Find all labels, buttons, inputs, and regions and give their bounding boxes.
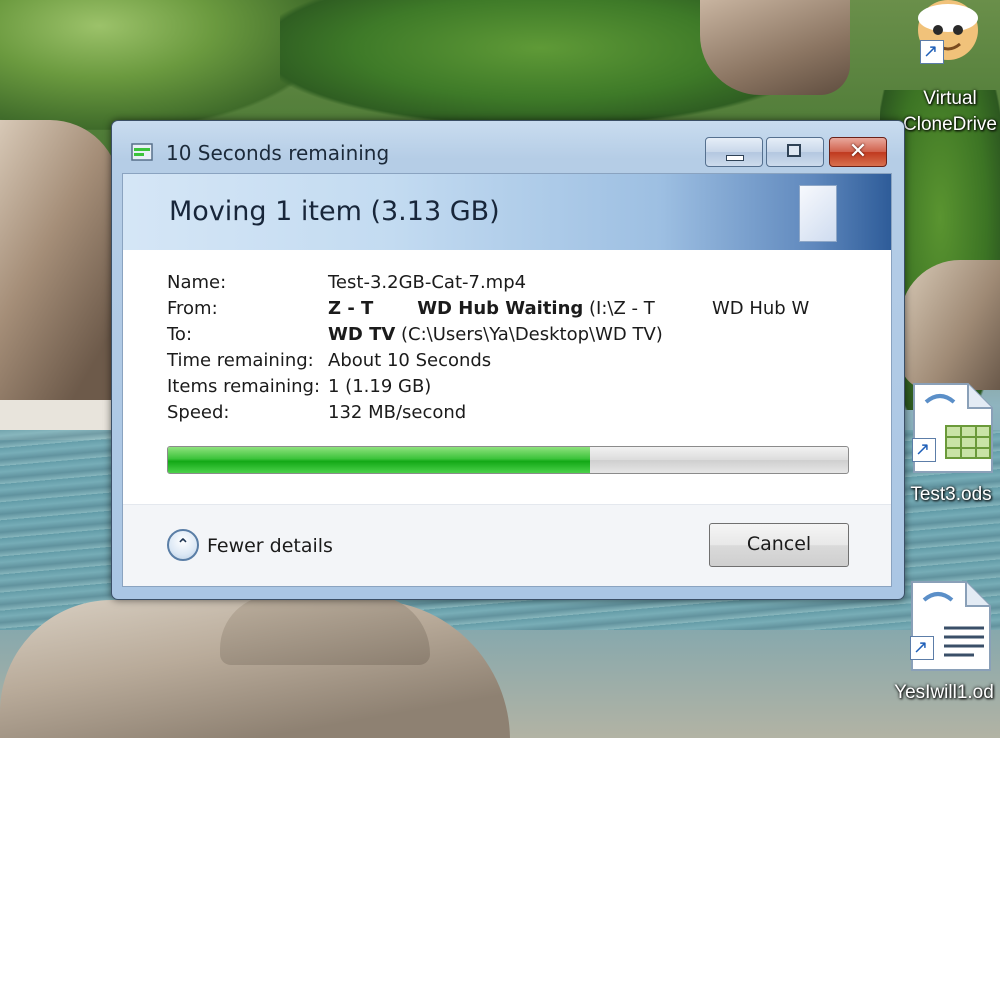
desktop-icon-virtual-clonedrive[interactable]: Virtual CloneDrive [888, 0, 1000, 140]
detail-value: 132 MB/second [328, 402, 467, 423]
wallpaper-boulder-top [220, 595, 430, 665]
cancel-button[interactable]: Cancel [709, 523, 849, 567]
detail-value: 1 (1.19 GB) [328, 376, 432, 397]
file-transfer-icon [131, 143, 153, 161]
shortcut-arrow-icon [912, 436, 936, 462]
dialog-content: Moving 1 item (3.13 GB) Name: Test-3.2GB… [122, 173, 892, 587]
desktop-icon-test3[interactable]: Test3.ods [896, 380, 1000, 510]
maximize-button[interactable] [766, 137, 824, 167]
chevron-up-icon[interactable]: ⌃ [167, 529, 199, 561]
document-icon [799, 185, 837, 242]
close-button[interactable]: ✕ [829, 137, 887, 167]
source-path: (I:\Z - T WD Hub W [589, 298, 810, 319]
minimize-button[interactable] [705, 137, 763, 167]
detail-value: About 10 Seconds [328, 350, 492, 371]
detail-value: Test-3.2GB-Cat-7.mp4 [328, 272, 527, 293]
destination-path: (C:\Users\Ya\Desktop\WD TV) [401, 324, 663, 345]
progress-fill [168, 447, 590, 473]
detail-label: Speed: [167, 402, 230, 423]
window-title: 10 Seconds remaining [166, 141, 390, 165]
desktop-icon-label: Test3.ods [910, 484, 992, 505]
shortcut-arrow-icon [910, 634, 934, 660]
detail-label: From: [167, 298, 218, 319]
shortcut-arrow-icon [920, 38, 944, 64]
wallpaper-rock-left [0, 120, 120, 420]
operation-heading: Moving 1 item (3.13 GB) [169, 196, 500, 227]
wallpaper-cliff [700, 0, 850, 95]
fewer-details-toggle[interactable]: Fewer details [207, 535, 333, 557]
destination-name[interactable]: WD TV [328, 324, 395, 345]
maximize-icon [787, 144, 801, 157]
dialog-footer: ⌃ Fewer details Cancel [123, 505, 891, 586]
detail-label: Time remaining: [167, 350, 314, 371]
detail-value[interactable]: WD TV (C:\Users\Ya\Desktop\WD TV) [328, 324, 663, 345]
minimize-icon [726, 155, 744, 161]
wallpaper-rock-right [900, 260, 1000, 390]
detail-label: Items remaining: [167, 376, 321, 397]
desktop-icon-label: YesIwill1.od [894, 682, 994, 703]
progress-bar [167, 446, 849, 474]
detail-label: Name: [167, 272, 227, 293]
detail-label: To: [167, 324, 193, 345]
operation-banner: Moving 1 item (3.13 GB) [123, 174, 891, 250]
file-move-dialog: 10 Seconds remaining ✕ Moving 1 item (3.… [111, 120, 905, 600]
close-icon: ✕ [848, 139, 868, 164]
desktop-icon-label: Virtual [923, 88, 977, 109]
source-name[interactable]: Z - T WD Hub Waiting [328, 298, 583, 319]
detail-value[interactable]: Z - T WD Hub Waiting (I:\Z - T WD Hub W [328, 298, 809, 319]
